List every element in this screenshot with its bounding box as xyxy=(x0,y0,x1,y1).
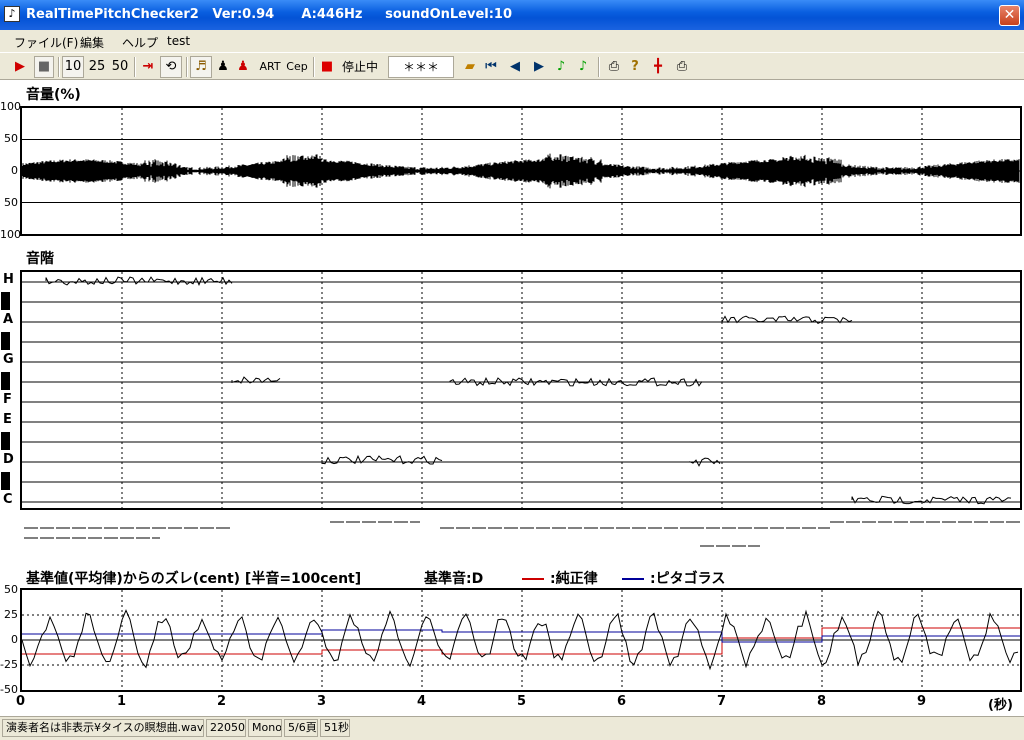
scale-plot[interactable] xyxy=(20,270,1022,510)
x-tick-label: 5 xyxy=(517,694,527,709)
cep-button[interactable]: Cep xyxy=(284,56,310,78)
menu-bar: ファイル(F) 編集 ヘルプ test xyxy=(0,30,1024,52)
menu-file[interactable]: ファイル(F) xyxy=(14,34,78,51)
piano-key xyxy=(1,292,10,310)
x-unit-label: (秒) xyxy=(988,698,1013,713)
volume-plot[interactable] xyxy=(20,106,1022,236)
volume-ylabel: 0 xyxy=(11,164,18,177)
note-label-c: C xyxy=(3,492,13,507)
piano-key xyxy=(1,332,10,350)
record-stop-icon[interactable]: ■ xyxy=(318,56,336,78)
cent-ylabel: 25 xyxy=(4,608,18,621)
note-green2-icon[interactable]: ♪ xyxy=(574,56,592,78)
plot-area: 音量(%) 100 50 0 50 100 音階 H A G F E D C 基… xyxy=(0,80,1024,716)
volume-waveform xyxy=(21,108,1020,234)
violin-icon[interactable]: ♬ xyxy=(190,56,212,78)
status-length: 51秒 xyxy=(320,719,350,737)
note-icon[interactable]: ♪ xyxy=(4,6,20,22)
volume-title: 音量(%) xyxy=(26,87,81,103)
status-rate: 22050 xyxy=(206,719,246,737)
volume-ylabel: 100 xyxy=(0,100,21,113)
speed-50-button[interactable]: 50 xyxy=(109,56,131,78)
x-tick-label: 9 xyxy=(917,694,927,709)
piano-key xyxy=(1,432,10,450)
note-green-icon[interactable]: ♪ xyxy=(552,56,570,78)
legend-just-label: :純正律 xyxy=(550,571,598,587)
title-bar: ♪ RealTimePitchChecker2 Ver:0.94 A:446Hz… xyxy=(0,0,1024,30)
play-button[interactable]: ▶ xyxy=(10,56,30,78)
x-tick-label: 8 xyxy=(817,694,827,709)
speed-10-button[interactable]: 10 xyxy=(62,56,84,78)
note-label-e: E xyxy=(3,412,12,427)
toolbar: ▶ ■ 10 25 50 ⇥ ⟲ ♬ ♟ ♟ ART Cep ■ 停止中 ＊＊＊… xyxy=(0,52,1024,80)
print-icon[interactable]: ⎙ xyxy=(604,56,624,78)
art-button[interactable]: ART xyxy=(256,56,284,78)
octave-strip xyxy=(0,512,1024,558)
cent-title: 基準値(平均律)からのズレ(cent) [半音=100cent] xyxy=(26,571,362,587)
piano-key xyxy=(1,372,10,390)
pitch-readout: ＊＊＊ xyxy=(388,56,454,78)
x-tick-label: 4 xyxy=(417,694,427,709)
close-button[interactable]: ✕ xyxy=(999,5,1020,26)
octave-lines xyxy=(24,521,1020,547)
status-page: 5/6頁 xyxy=(284,719,318,737)
note-label-g: G xyxy=(3,352,14,367)
cent-ylabel: 0 xyxy=(11,633,18,646)
jump-end-icon[interactable]: ⇥ xyxy=(138,56,158,78)
x-tick-label: 2 xyxy=(217,694,227,709)
legend-pyth-line xyxy=(622,578,644,580)
person-red-icon[interactable]: ♟ xyxy=(234,56,252,78)
menu-help[interactable]: ヘルプ xyxy=(122,34,158,51)
cent-ylabel: 50 xyxy=(4,583,18,596)
loop-icon[interactable]: ⟲ xyxy=(160,56,182,78)
menu-edit[interactable]: 編集 xyxy=(80,34,104,51)
piano-key xyxy=(1,472,10,490)
window-title: RealTimePitchChecker2 Ver:0.94 A:446Hz s… xyxy=(26,7,513,22)
note-label-d: D xyxy=(3,452,14,467)
note-label-h: H xyxy=(3,272,14,287)
legend-pyth-label: :ピタゴラス xyxy=(650,571,726,587)
volume-ylabel: 50 xyxy=(4,132,18,145)
scale-title: 音階 xyxy=(26,251,54,267)
x-tick-label: 0 xyxy=(16,694,26,709)
speed-25-button[interactable]: 25 xyxy=(86,56,108,78)
cent-ylabel: -25 xyxy=(0,658,18,671)
note-label-f: F xyxy=(3,392,12,407)
x-tick-label: 3 xyxy=(317,694,327,709)
grid-icon[interactable]: ╋ xyxy=(648,56,668,78)
skip-first-icon[interactable]: ⏮ xyxy=(482,56,500,78)
status-bar: 演奏者名は非表示¥タイスの瞑想曲.wav 22050 Mono 5/6頁 51秒 xyxy=(0,716,1024,740)
pitch-trace xyxy=(22,272,1020,508)
note-label-a: A xyxy=(3,312,14,327)
printer-icon[interactable]: ⎙ xyxy=(672,56,692,78)
volume-ylabel: 50 xyxy=(4,196,18,209)
help-icon[interactable]: ? xyxy=(626,56,644,78)
x-tick-label: 7 xyxy=(717,694,727,709)
x-tick-label: 1 xyxy=(117,694,127,709)
step-back-icon[interactable]: ◀ xyxy=(506,56,524,78)
base-note-label: 基準音:D xyxy=(424,571,484,587)
status-file: 演奏者名は非表示¥タイスの瞑想曲.wav xyxy=(2,719,204,737)
cent-plot[interactable] xyxy=(20,588,1022,692)
step-forward-icon[interactable]: ▶ xyxy=(530,56,548,78)
volume-ylabel: 100 xyxy=(0,228,21,241)
stop-button[interactable]: ■ xyxy=(34,56,54,78)
status-channel: Mono xyxy=(248,719,282,737)
cent-trace xyxy=(21,590,1020,690)
status-label: 停止中 xyxy=(341,60,378,74)
legend-just-line xyxy=(522,578,544,580)
x-tick-label: 6 xyxy=(617,694,627,709)
folder-open-icon[interactable]: ▰ xyxy=(460,56,480,78)
person-icon[interactable]: ♟ xyxy=(214,56,232,78)
menu-test[interactable]: test xyxy=(167,34,190,48)
